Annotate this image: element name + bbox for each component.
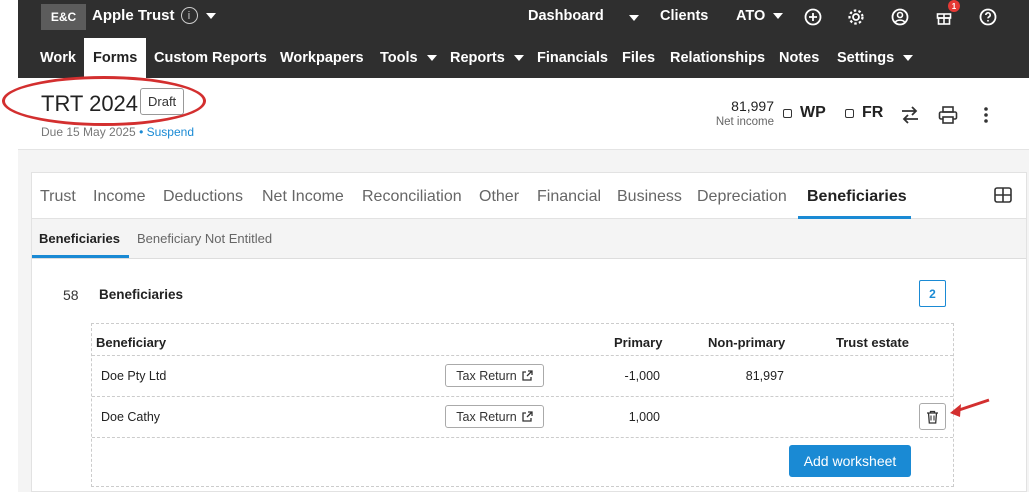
tab-reconciliation[interactable]: Reconciliation — [362, 188, 462, 206]
plus-circle-icon[interactable] — [803, 7, 823, 27]
fr-label: FR — [862, 104, 884, 121]
annotation-arrow-icon — [950, 398, 990, 417]
top-bar-row: E&C Apple Trust i Dashboard Clients ATO — [18, 0, 1029, 36]
column-header-beneficiary: Beneficiary — [96, 335, 167, 350]
tax-return-label: Tax Return — [456, 409, 517, 424]
sub-tabs: Beneficiaries Beneficiary Not Entitled — [32, 219, 1026, 259]
chevron-down-icon — [426, 55, 437, 61]
chevron-down-icon[interactable] — [629, 15, 639, 21]
due-date: Due 15 May 2025 — [41, 125, 136, 139]
content-area: Trust Income Deductions Net Income Recon… — [18, 150, 1029, 492]
help-icon[interactable] — [978, 7, 998, 27]
section-title: Beneficiaries — [99, 287, 184, 302]
tab-business[interactable]: Business — [617, 188, 682, 206]
nav-financials[interactable]: Financials — [537, 38, 608, 78]
tab-net-income[interactable]: Net Income — [262, 188, 344, 206]
wp-label: WP — [800, 104, 826, 121]
beneficiary-name: Doe Pty Ltd — [101, 369, 167, 383]
tab-deductions[interactable]: Deductions — [163, 188, 243, 206]
non-primary-value: 81,997 — [745, 369, 784, 383]
ato-label: ATO — [736, 8, 766, 24]
primary-value: 1,000 — [628, 410, 660, 424]
info-icon[interactable]: i — [180, 7, 198, 24]
nav-forms[interactable]: Forms — [84, 38, 147, 78]
page-title: TRT 2024 — [41, 91, 139, 116]
tab-income[interactable]: Income — [93, 188, 145, 206]
fr-checkbox[interactable]: FR — [845, 104, 883, 122]
chevron-down-icon — [773, 13, 784, 19]
beneficiary-name: Doe Cathy — [101, 410, 161, 424]
section-number: 58 — [63, 287, 79, 303]
add-worksheet-button[interactable]: Add worksheet — [789, 445, 911, 477]
beneficiary-count-badge[interactable]: 2 — [919, 280, 946, 307]
tab-beneficiaries[interactable]: Beneficiaries — [807, 188, 907, 206]
subtab-beneficiaries[interactable]: Beneficiaries — [39, 231, 120, 246]
status-badge: Draft — [140, 88, 185, 115]
dashboard-link[interactable]: Dashboard — [528, 8, 604, 24]
app-root: E&C Apple Trust i Dashboard Clients ATO — [0, 0, 1029, 492]
ato-menu[interactable]: ATO — [736, 8, 784, 24]
nav-workpapers[interactable]: Workpapers — [280, 38, 364, 78]
checkbox-icon — [845, 108, 854, 118]
nav-settings[interactable]: Settings — [837, 38, 914, 78]
trash-icon — [927, 410, 938, 424]
suspend-link[interactable]: Suspend — [147, 125, 194, 139]
main-nav: Work Forms Custom Reports Workpapers Too… — [18, 38, 1029, 78]
chevron-down-icon — [205, 12, 216, 19]
nav-tools-label: Tools — [380, 50, 418, 66]
nav-files[interactable]: Files — [622, 38, 655, 78]
entity-name: Apple Trust — [92, 7, 175, 24]
column-header-trust-estate: Trust estate — [836, 335, 909, 350]
app-logo[interactable]: E&C — [41, 4, 86, 30]
column-header-primary: Primary — [614, 335, 663, 350]
nav-tools[interactable]: Tools — [380, 38, 437, 78]
swap-arrows-icon[interactable] — [899, 104, 921, 126]
nav-work[interactable]: Work — [40, 38, 76, 78]
print-icon[interactable] — [937, 104, 959, 126]
nav-settings-label: Settings — [837, 50, 895, 66]
tax-return-button[interactable]: Tax Return — [445, 364, 544, 387]
gift-icon[interactable]: 1 — [934, 0, 960, 27]
net-income-label: Net income — [715, 116, 774, 128]
notification-badge: 1 — [948, 0, 960, 12]
table-row: Doe Cathy Tax Return 1,000 — [92, 396, 953, 437]
tax-return-label: Tax Return — [456, 368, 517, 383]
external-link-icon — [522, 369, 533, 381]
primary-value: -1,000 — [624, 369, 660, 383]
wp-checkbox[interactable]: WP — [783, 104, 826, 122]
tab-other[interactable]: Other — [479, 188, 519, 206]
gear-icon[interactable] — [846, 7, 866, 27]
form-header: TRT 2024 Draft Due 15 May 2025 • Suspend… — [2, 76, 1029, 150]
delete-row-button[interactable] — [919, 403, 946, 430]
tab-trust[interactable]: Trust — [40, 188, 76, 206]
entity-switcher[interactable]: Apple Trust i — [92, 7, 216, 24]
layout-grid-icon[interactable] — [994, 187, 1012, 208]
active-subtab-indicator — [32, 255, 129, 258]
nav-notes[interactable]: Notes — [779, 38, 819, 78]
nav-reports[interactable]: Reports — [450, 38, 524, 78]
due-date-line: Due 15 May 2025 • Suspend — [41, 125, 194, 139]
more-vertical-icon[interactable] — [975, 104, 997, 126]
nav-relationships[interactable]: Relationships — [670, 38, 765, 78]
chevron-down-icon — [903, 55, 914, 61]
table-row: Doe Pty Ltd Tax Return -1,000 81,997 — [92, 355, 953, 396]
form-card: Trust Income Deductions Net Income Recon… — [31, 172, 1027, 492]
clients-link[interactable]: Clients — [660, 8, 708, 24]
top-bar: E&C Apple Trust i Dashboard Clients ATO — [18, 0, 1029, 78]
tab-financial[interactable]: Financial — [537, 188, 601, 206]
subtab-beneficiary-not-entitled[interactable]: Beneficiary Not Entitled — [137, 231, 272, 246]
separator-dot: • — [139, 125, 144, 139]
net-income-value: 81,997 — [731, 98, 774, 114]
external-link-icon — [522, 410, 533, 422]
column-header-non-primary: Non-primary — [708, 335, 786, 350]
tab-depreciation[interactable]: Depreciation — [697, 188, 787, 206]
form-tabs: Trust Income Deductions Net Income Recon… — [32, 173, 1026, 219]
tax-return-button[interactable]: Tax Return — [445, 405, 544, 428]
net-income-summary: 81,997 Net income — [708, 98, 774, 128]
user-circle-icon[interactable] — [890, 7, 910, 27]
chevron-down-icon — [513, 55, 524, 61]
nav-reports-label: Reports — [450, 50, 505, 66]
nav-custom-reports[interactable]: Custom Reports — [154, 38, 267, 78]
checkbox-icon — [783, 108, 792, 118]
